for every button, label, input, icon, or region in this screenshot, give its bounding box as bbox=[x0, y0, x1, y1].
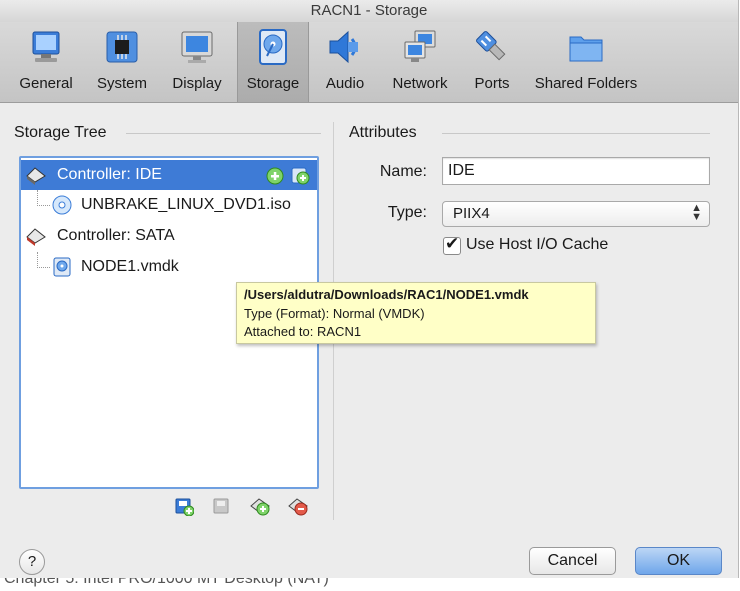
tree-row-controller-ide[interactable]: Controller: IDE bbox=[21, 160, 317, 190]
window-title: RACN1 - Storage bbox=[310, 2, 428, 19]
attributes-title: Attributes bbox=[349, 124, 417, 141]
tab-shared-folders[interactable]: Shared Folders bbox=[528, 22, 644, 102]
checkmark-icon: ✔ bbox=[445, 234, 460, 253]
name-field-value: IDE bbox=[448, 162, 475, 179]
tree-row-controller-sata[interactable]: Controller: SATA bbox=[21, 221, 317, 251]
tab-shared-folders-label: Shared Folders bbox=[534, 75, 638, 92]
use-host-io-cache-label: Use Host I/O Cache bbox=[466, 236, 609, 253]
chip-icon bbox=[106, 31, 138, 63]
disk-icon bbox=[259, 29, 287, 65]
add-hd-attachment-icon[interactable] bbox=[289, 165, 311, 185]
optical-disc-icon bbox=[52, 195, 72, 215]
attributes-divider bbox=[442, 133, 710, 134]
disk-info-tooltip: /Users/aldutra/Downloads/RAC1/NODE1.vmdk… bbox=[236, 282, 596, 344]
tab-ports[interactable]: Ports bbox=[462, 22, 522, 102]
tree-row-label: Controller: IDE bbox=[57, 166, 162, 183]
help-button[interactable]: ? bbox=[19, 549, 45, 575]
remove-controller-icon[interactable] bbox=[212, 496, 232, 516]
background-text-line: Chapter 5: Intel PRO/1000 MT Desktop (NA… bbox=[4, 578, 329, 587]
network-icon bbox=[404, 30, 436, 62]
tab-general-label: General bbox=[19, 75, 73, 92]
tab-storage[interactable]: Storage bbox=[237, 22, 309, 102]
display-icon bbox=[181, 31, 213, 63]
tree-row-node1-vmdk[interactable]: NODE1.vmdk bbox=[21, 252, 317, 282]
folder-icon bbox=[569, 36, 603, 62]
use-host-io-cache-checkbox[interactable]: ✔ bbox=[443, 234, 461, 255]
tooltip-path: /Users/aldutra/Downloads/RAC1/NODE1.vmdk bbox=[244, 287, 529, 302]
type-label: Type: bbox=[387, 204, 427, 221]
remove-attachment-icon[interactable] bbox=[288, 496, 308, 516]
cancel-button[interactable]: Cancel bbox=[529, 547, 616, 575]
tab-network-label: Network bbox=[392, 75, 448, 92]
tab-audio[interactable]: Audio bbox=[313, 22, 377, 102]
tooltip-attached: Attached to: RACN1 bbox=[244, 324, 362, 339]
add-attachment-icon[interactable] bbox=[250, 496, 270, 516]
settings-toolbar: General System Display Storage Audio Net… bbox=[0, 22, 738, 103]
tab-general[interactable]: General bbox=[10, 22, 82, 102]
ok-button[interactable]: OK bbox=[635, 547, 722, 575]
tab-display-label: Display bbox=[172, 75, 222, 92]
type-select-value: PIIX4 bbox=[453, 205, 490, 222]
tree-row-label: UNBRAKE_LINUX_DVD1.iso bbox=[81, 196, 291, 213]
sata-controller-icon bbox=[26, 228, 46, 246]
tab-system[interactable]: System bbox=[88, 22, 156, 102]
select-arrows-icon: ▲ ▼ bbox=[691, 202, 702, 223]
tooltip-type: Type (Format): Normal (VMDK) bbox=[244, 306, 425, 321]
tab-network[interactable]: Network bbox=[383, 22, 457, 102]
tab-audio-label: Audio bbox=[325, 75, 365, 92]
tree-row-label: Controller: SATA bbox=[57, 227, 175, 244]
ports-icon bbox=[476, 31, 506, 61]
tab-system-label: System bbox=[96, 75, 147, 92]
tree-connector bbox=[37, 190, 50, 206]
storage-settings-window: RACN1 - Storage General System Display S… bbox=[0, 0, 739, 578]
speaker-icon bbox=[329, 30, 358, 64]
monitor-general-icon bbox=[32, 31, 60, 62]
hard-disk-icon bbox=[53, 257, 71, 277]
background-document-text: Chapter 5: Intel PRO/1000 MT Desktop (NA… bbox=[0, 578, 740, 591]
storage-tree-title: Storage Tree bbox=[14, 124, 107, 141]
title-bar[interactable]: RACN1 - Storage bbox=[0, 0, 738, 22]
tree-row-label: NODE1.vmdk bbox=[81, 258, 179, 275]
type-select[interactable]: PIIX4 ▲ ▼ bbox=[442, 201, 710, 227]
add-cd-attachment-icon[interactable] bbox=[265, 165, 287, 185]
tab-storage-label: Storage bbox=[246, 75, 300, 92]
ide-controller-icon bbox=[26, 167, 46, 185]
tree-connector bbox=[37, 252, 50, 268]
tab-display[interactable]: Display bbox=[162, 22, 232, 102]
storage-tree-divider bbox=[126, 133, 321, 134]
name-label: Name: bbox=[379, 163, 427, 180]
tree-row-dvd-iso[interactable]: UNBRAKE_LINUX_DVD1.iso bbox=[21, 190, 317, 220]
add-controller-icon[interactable] bbox=[174, 496, 194, 516]
tab-ports-label: Ports bbox=[474, 75, 510, 92]
name-field[interactable]: IDE bbox=[442, 157, 710, 185]
